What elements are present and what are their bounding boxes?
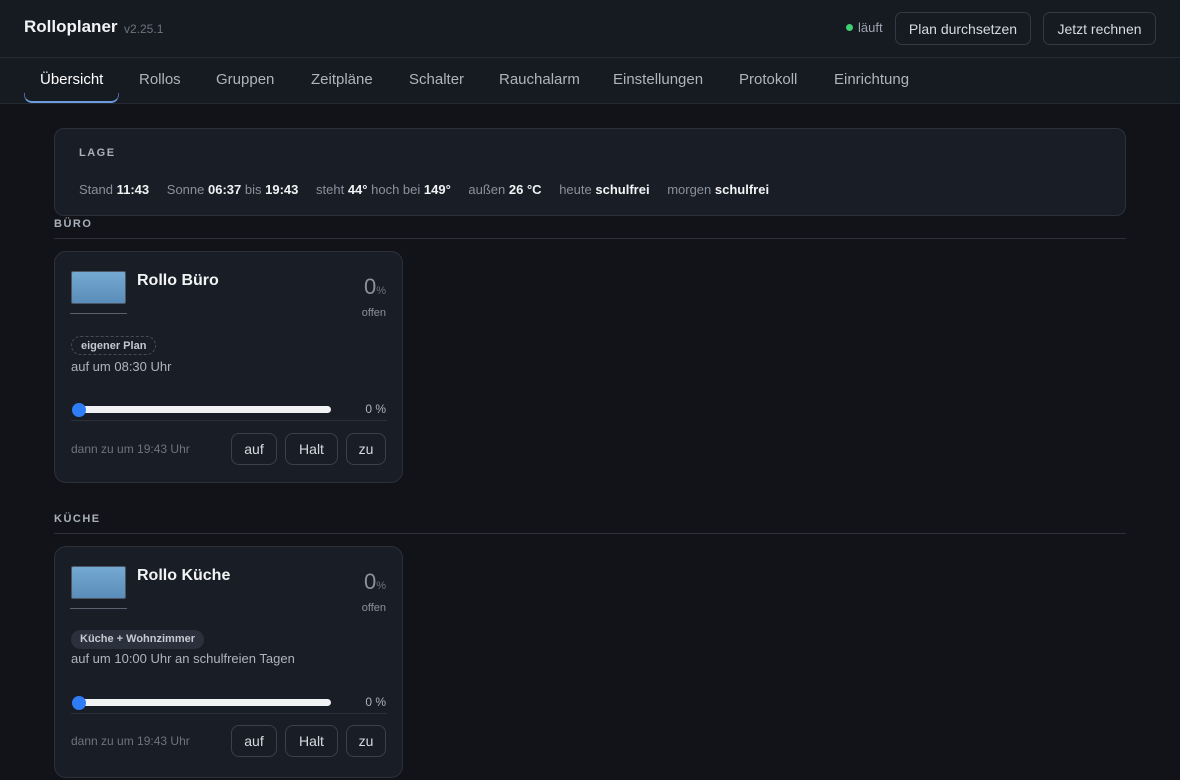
- stand-label: Stand: [79, 182, 113, 197]
- next-action-text: dann zu um 19:43 Uhr: [71, 734, 190, 748]
- open-label: offen: [361, 307, 386, 319]
- section-divider: [54, 238, 1126, 239]
- tab-einrichtung[interactable]: Einrichtung: [834, 71, 909, 88]
- position-percent: 0%: [363, 274, 386, 299]
- slider-value: 0 %: [365, 402, 386, 416]
- enforce-plan-button[interactable]: Plan durchsetzen: [895, 12, 1031, 45]
- aussen-label: außen: [468, 182, 506, 197]
- slider-divider: [71, 713, 387, 714]
- tab-gruppen[interactable]: Gruppen: [216, 71, 274, 88]
- azimuth-value: 149°: [423, 182, 451, 197]
- lage-panel: LAGE Stand 11:43 Sonne 06:37 bis 19:43 s…: [54, 128, 1126, 216]
- steht-label: steht: [316, 182, 345, 197]
- open-label: offen: [361, 602, 386, 614]
- elevation-value: 44°: [347, 182, 368, 197]
- heute-label: heute: [559, 182, 592, 197]
- tab-rollos[interactable]: Rollos: [139, 71, 181, 88]
- up-button[interactable]: auf: [231, 433, 277, 465]
- tab-zeitplaene[interactable]: Zeitpläne: [311, 71, 373, 88]
- status-text: läuft: [858, 20, 883, 35]
- stop-button[interactable]: Halt: [285, 433, 338, 465]
- morgen-value: schulfrei: [714, 182, 770, 197]
- next-action-text: dann zu um 19:43 Uhr: [71, 442, 190, 456]
- down-button[interactable]: zu: [346, 725, 386, 757]
- tab-uebersicht[interactable]: Übersicht: [40, 71, 103, 88]
- bis-label: bis: [244, 182, 262, 197]
- sunrise-value: 06:37: [208, 182, 242, 197]
- hoch-bei-label: hoch bei: [371, 182, 421, 197]
- compute-now-button[interactable]: Jetzt rechnen: [1043, 12, 1156, 45]
- tab-rauchalarm[interactable]: Rauchalarm: [499, 71, 580, 88]
- slider-value: 0 %: [365, 695, 386, 709]
- sonne-label: Sonne: [166, 182, 205, 197]
- app-title: Rolloplaner: [24, 17, 118, 36]
- tab-einstellungen[interactable]: Einstellungen: [613, 71, 703, 88]
- stand-value: 11:43: [116, 182, 150, 197]
- position-percent: 0%: [363, 569, 386, 594]
- position-slider-thumb[interactable]: [72, 403, 86, 417]
- window-icon: [71, 566, 126, 599]
- up-button[interactable]: auf: [231, 725, 277, 757]
- shutter-card-buero: Rollo Büro 0% offen eigener Plan auf um …: [54, 251, 403, 483]
- stop-button[interactable]: Halt: [285, 725, 338, 757]
- group-badge: Küche + Wohnzimmer: [71, 630, 205, 649]
- position-slider-thumb[interactable]: [72, 696, 86, 710]
- window-sill: [70, 313, 127, 314]
- card-title: Rollo Küche: [137, 567, 231, 584]
- section-divider: [54, 533, 1126, 534]
- active-tab-indicator: [24, 93, 119, 103]
- card-title: Rollo Büro: [137, 272, 219, 289]
- tab-schalter[interactable]: Schalter: [409, 71, 464, 88]
- slider-divider: [71, 420, 387, 421]
- temperature-value: 26 °C: [508, 182, 542, 197]
- window-sill: [70, 608, 127, 609]
- app-version: v2.25.1: [124, 22, 164, 36]
- morgen-label: morgen: [667, 182, 712, 197]
- top-bar: Rolloplaner v2.25.1 läuft Plan durchsetz…: [0, 0, 1180, 58]
- shutter-card-kueche: Rollo Küche 0% offen Küche + Wohnzimmer …: [54, 546, 403, 778]
- section-label-buero: BÜRO: [54, 218, 93, 230]
- section-label-kueche: KÜCHE: [54, 513, 101, 525]
- window-icon: [71, 271, 126, 304]
- position-slider-track[interactable]: [78, 699, 331, 706]
- plan-text: auf um 10:00 Uhr an schulfreien Tagen: [71, 651, 295, 666]
- plan-text: auf um 08:30 Uhr: [71, 359, 172, 374]
- lage-title: LAGE: [79, 147, 116, 159]
- down-button[interactable]: zu: [346, 433, 386, 465]
- status-dot-icon: [846, 24, 853, 31]
- lage-info: Stand 11:43 Sonne 06:37 bis 19:43 steht …: [79, 182, 769, 197]
- tab-bar: Übersicht Rollos Gruppen Zeitpläne Schal…: [0, 58, 1180, 104]
- position-slider-track[interactable]: [78, 406, 331, 413]
- status-indicator: läuft: [846, 20, 883, 35]
- tab-protokoll[interactable]: Protokoll: [739, 71, 797, 88]
- heute-value: schulfrei: [595, 182, 650, 197]
- plan-badge: eigener Plan: [71, 336, 157, 355]
- sunset-value: 19:43: [265, 182, 299, 197]
